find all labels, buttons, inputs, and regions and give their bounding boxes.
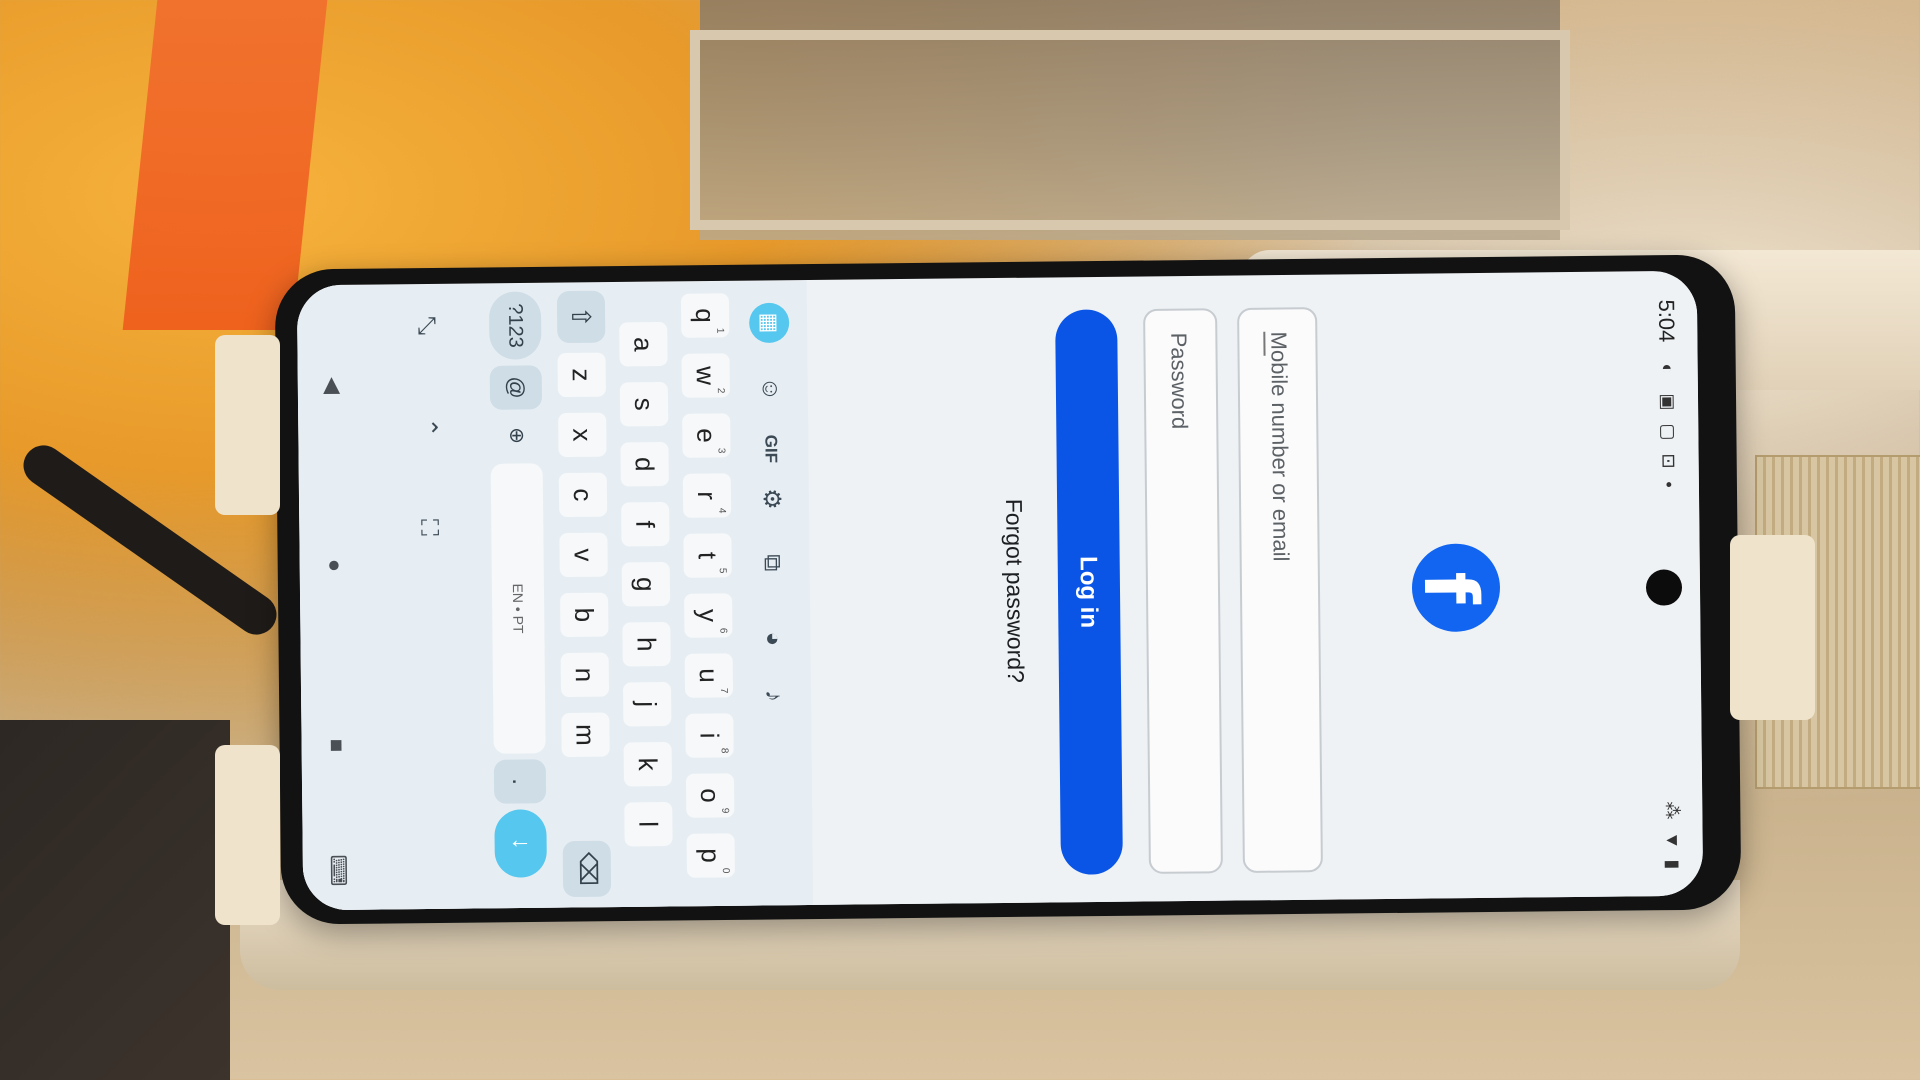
key-label: e (691, 427, 722, 443)
notification-icon: ⊡ (1658, 452, 1679, 469)
settings-gear-icon[interactable]: ⚙ (751, 478, 791, 518)
key-y[interactable]: y6 (684, 592, 733, 638)
back-nav-icon[interactable]: ◀ (313, 365, 353, 405)
key-number-hint: 9 (719, 807, 731, 813)
key-w[interactable]: w2 (681, 352, 730, 398)
translate-icon[interactable]: ⧉ (751, 542, 791, 582)
key-c[interactable]: c (558, 472, 608, 517)
front-camera (1645, 568, 1683, 606)
key-l[interactable]: l (624, 801, 673, 846)
key-a[interactable]: a (619, 321, 668, 366)
mobile-or-email-field[interactable]: Mobile number or email (1237, 306, 1323, 873)
recents-nav-icon[interactable]: ■ (316, 725, 356, 765)
numbers-key[interactable]: ?123 (488, 290, 542, 360)
at-key[interactable]: @ (489, 364, 543, 410)
battery-icon: ▮ (1662, 858, 1683, 869)
resize-keyboard-icon[interactable]: ⤡ (403, 302, 449, 348)
key-p[interactable]: p0 (686, 832, 735, 878)
key-label: r (691, 490, 723, 500)
key-number-hint: 6 (717, 627, 729, 633)
key-o[interactable]: o9 (685, 772, 735, 818)
key-number-hint: 1 (714, 327, 726, 333)
phone-clip (215, 745, 280, 925)
key-z[interactable]: z (557, 352, 606, 397)
key-label: o (695, 787, 726, 803)
keyboard-switch-icon[interactable]: ⌨ (318, 850, 358, 890)
key-label: t (692, 551, 723, 559)
key-q[interactable]: q1 (680, 292, 730, 338)
text-cursor (1263, 331, 1266, 356)
key-d[interactable]: d (620, 441, 669, 486)
space-bar[interactable]: EN • PT (490, 462, 546, 754)
password-field[interactable]: Password (1143, 307, 1223, 874)
notification-icon: ▣ (1657, 392, 1679, 411)
fullscreen-icon[interactable]: ⛶ (405, 504, 451, 550)
key-f[interactable]: f (621, 501, 670, 546)
chevron-up-icon[interactable]: ⌃ (404, 404, 450, 450)
key-j[interactable]: j (622, 681, 672, 726)
key-number-hint: 5 (716, 567, 728, 573)
key-r[interactable]: r4 (682, 472, 732, 518)
status-bar: 5:04 ◐ ▣ ▢ ⊡ • ⁂ ▼ ▮ (1637, 271, 1704, 897)
microphone-icon[interactable]: ♪ (753, 675, 793, 715)
key-g[interactable]: g (621, 561, 671, 606)
key-number-hint: 7 (717, 687, 730, 693)
status-time: 5:04 (1653, 298, 1680, 342)
gif-button[interactable]: GIF (750, 428, 790, 468)
notification-icon: ◐ (1657, 362, 1678, 374)
wifi-icon: ▼ (1662, 830, 1683, 849)
backspace-key[interactable]: ⌫ (562, 840, 612, 897)
key-t[interactable]: t5 (683, 532, 732, 578)
mute-icon: ⁂ (1662, 800, 1683, 820)
key-label: q (690, 307, 721, 323)
key-number-hint: 3 (715, 447, 727, 453)
key-label: y (693, 608, 724, 622)
key-e[interactable]: e3 (682, 412, 731, 458)
key-number-hint: 4 (716, 507, 728, 513)
key-m[interactable]: m (561, 712, 610, 757)
background-box (0, 720, 230, 1080)
key-i[interactable]: i8 (685, 712, 734, 758)
key-x[interactable]: x (558, 412, 607, 457)
key-s[interactable]: s (619, 381, 669, 426)
notification-dot-icon: • (1658, 480, 1679, 488)
key-b[interactable]: b (559, 592, 609, 637)
theme-palette-icon[interactable]: ◕ (752, 618, 792, 658)
period-key[interactable]: . (493, 758, 547, 804)
key-label: i (694, 732, 725, 739)
key-u[interactable]: u7 (684, 652, 734, 698)
sticker-icon[interactable]: ☺ (750, 368, 790, 408)
mobile-or-email-placeholder: Mobile number or email (1266, 330, 1294, 562)
background-frame (690, 30, 1570, 230)
key-number-hint: 0 (719, 867, 731, 873)
key-k[interactable]: k (623, 741, 673, 786)
key-label: p (695, 847, 726, 863)
phone-screen: 5:04 ◐ ▣ ▢ ⊡ • ⁂ ▼ ▮ f Mobile number or … (296, 270, 1704, 911)
apps-grid-icon[interactable]: ▦ (748, 302, 790, 343)
system-navigation-bar: ◀ ● ■ ⌨ (302, 285, 369, 911)
phone-clip (215, 335, 280, 515)
phone-clip (1730, 535, 1815, 720)
home-nav-icon[interactable]: ● (314, 545, 354, 585)
key-label: u (693, 667, 724, 683)
key-label: w (690, 365, 721, 385)
notification-icon: ▢ (1658, 422, 1679, 441)
key-h[interactable]: h (622, 621, 671, 666)
shift-key[interactable]: ⇧ (556, 290, 606, 343)
password-placeholder: Password (1166, 331, 1193, 429)
forgot-password-link[interactable]: Forgot password? (998, 278, 1032, 903)
key-v[interactable]: v (559, 532, 608, 577)
key-number-hint: 8 (718, 747, 730, 753)
login-button[interactable]: Log in (1055, 308, 1123, 875)
app-screen: 5:04 ◐ ▣ ▢ ⊡ • ⁂ ▼ ▮ f Mobile number or … (296, 270, 1704, 911)
key-n[interactable]: n (560, 652, 610, 697)
enter-key[interactable]: ↓ (494, 808, 547, 878)
key-number-hint: 2 (714, 387, 726, 393)
keyboard: ▦ ☺ GIF ⚙ ⧉ ◕ ♪ q1w2e3r4t5y6u7i8o9p0 asd… (296, 280, 814, 911)
facebook-logo-icon: f (1407, 542, 1501, 632)
globe-icon[interactable]: ⊕ (490, 413, 542, 458)
